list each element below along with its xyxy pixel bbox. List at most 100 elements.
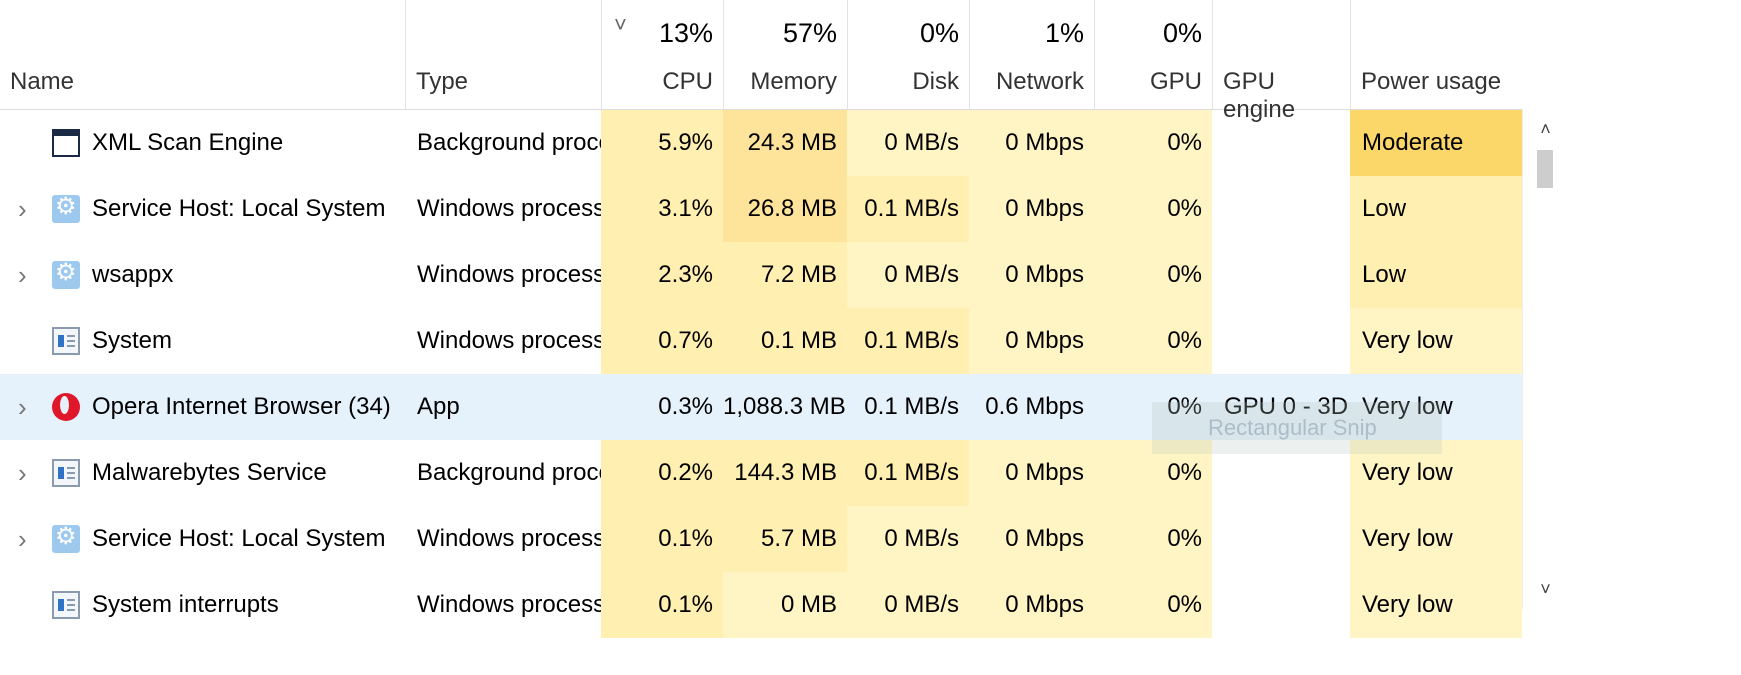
- expand-chevron-icon[interactable]: ›: [18, 374, 38, 440]
- process-gpu: 0%: [1094, 572, 1212, 638]
- memory-total-percent: 57%: [782, 18, 837, 48]
- process-name: wsappx: [92, 261, 174, 288]
- process-cpu: 0.1%: [601, 572, 723, 638]
- process-network: 0.6 Mbps: [985, 393, 1084, 420]
- process-type: Windows process: [417, 525, 601, 552]
- vertical-scrollbar[interactable]: ˄ ˅: [1522, 109, 1568, 609]
- process-row[interactable]: XML Scan Engine Background process 5.9% …: [0, 110, 1522, 176]
- gear-icon: [52, 192, 80, 223]
- process-gpu: 0%: [1094, 506, 1212, 572]
- network-total-percent: 1%: [1044, 18, 1084, 48]
- process-gpu-engine: [1212, 308, 1350, 374]
- process-disk: 0 MB/s: [847, 110, 969, 176]
- process-name-cell: › Malwarebytes Service: [0, 440, 405, 506]
- column-header-cpu[interactable]: ˅ 13% CPU: [601, 0, 723, 109]
- process-row[interactable]: › Service Host: Local System Windows pro…: [0, 506, 1522, 572]
- process-power-usage: Very low: [1350, 308, 1522, 374]
- process-name: System interrupts: [92, 591, 279, 618]
- disk-total-percent: 0%: [919, 18, 959, 48]
- process-memory: 0.1 MB: [723, 308, 847, 374]
- process-cpu: 3.1%: [601, 176, 723, 242]
- system-icon: [52, 591, 80, 619]
- expand-chevron-icon[interactable]: ›: [18, 242, 38, 308]
- process-cpu: 0.2%: [601, 440, 723, 506]
- process-network: 0 Mbps: [969, 308, 1094, 374]
- process-power-usage: Very low: [1350, 572, 1522, 638]
- scroll-down-icon[interactable]: ˅: [1523, 569, 1568, 609]
- expand-chevron-icon[interactable]: ›: [18, 440, 38, 506]
- process-gpu-engine: [1212, 176, 1350, 242]
- process-disk: 0 MB/s: [847, 506, 969, 572]
- gpu-total-percent: 0%: [1162, 18, 1202, 48]
- process-name-cell: XML Scan Engine: [0, 110, 405, 176]
- column-header-type-label: Type: [416, 68, 469, 95]
- column-header-gpu[interactable]: 0% GPU: [1094, 0, 1212, 109]
- column-header-network-label: Network: [995, 68, 1084, 95]
- process-disk: 0 MB/s: [847, 572, 969, 638]
- process-gpu-engine: [1212, 110, 1350, 176]
- column-header-memory[interactable]: 57% Memory: [723, 0, 847, 109]
- column-header-type[interactable]: Type: [405, 0, 601, 109]
- process-cpu: 0.3%: [658, 393, 713, 420]
- process-name-cell: System interrupts: [0, 572, 405, 638]
- expand-chevron-icon[interactable]: [18, 572, 38, 638]
- process-row[interactable]: System Windows process 0.7% 0.1 MB 0.1 M…: [0, 308, 1522, 374]
- scroll-up-icon[interactable]: ˄: [1523, 109, 1568, 149]
- process-disk: 0 MB/s: [847, 242, 969, 308]
- expand-chevron-icon[interactable]: [18, 308, 38, 374]
- system-icon: [52, 327, 80, 355]
- process-power-usage: Low: [1350, 242, 1522, 308]
- process-name-cell: System: [0, 308, 405, 374]
- process-type: Windows process: [417, 261, 601, 288]
- expand-chevron-icon[interactable]: ›: [18, 506, 38, 572]
- process-memory: 24.3 MB: [723, 110, 847, 176]
- process-power-usage: Low: [1350, 176, 1522, 242]
- column-header-power-usage-label: Power usage: [1361, 68, 1502, 95]
- process-name-cell: › wsappx: [0, 242, 405, 308]
- process-name: XML Scan Engine: [92, 129, 284, 156]
- process-type: Windows process: [417, 591, 601, 618]
- process-name-cell: › Service Host: Local System: [0, 506, 405, 572]
- process-power-usage: Moderate: [1350, 110, 1522, 176]
- expand-chevron-icon[interactable]: [18, 110, 38, 176]
- process-network: 0 Mbps: [969, 242, 1094, 308]
- gear-icon: [52, 258, 80, 289]
- process-network: 0 Mbps: [969, 506, 1094, 572]
- process-gpu-engine: [1212, 242, 1350, 308]
- expand-chevron-icon[interactable]: ›: [18, 176, 38, 242]
- process-gpu: 0%: [1094, 176, 1212, 242]
- process-power-usage: Very low: [1350, 506, 1522, 572]
- process-disk: 0.1 MB/s: [847, 308, 969, 374]
- column-header-network[interactable]: 1% Network: [969, 0, 1094, 109]
- process-row[interactable]: System interrupts Windows process 0.1% 0…: [0, 572, 1522, 638]
- gear-icon: [52, 522, 80, 553]
- opera-icon: [52, 393, 80, 421]
- process-network: 0 Mbps: [969, 572, 1094, 638]
- process-gpu: 0%: [1094, 308, 1212, 374]
- column-header-disk[interactable]: 0% Disk: [847, 0, 969, 109]
- column-header-gpu-engine[interactable]: GPU engine: [1212, 0, 1350, 123]
- process-row[interactable]: › Service Host: Local System Windows pro…: [0, 176, 1522, 242]
- process-cpu: 2.3%: [601, 242, 723, 308]
- column-header-memory-label: Memory: [750, 68, 837, 95]
- process-cpu: 5.9%: [601, 110, 723, 176]
- column-header-power-usage[interactable]: Power usage: [1350, 0, 1522, 109]
- column-header-cpu-label: CPU: [662, 68, 713, 95]
- process-row[interactable]: › wsappx Windows process 2.3% 7.2 MB 0 M…: [0, 242, 1522, 308]
- process-gpu-engine: [1212, 572, 1350, 638]
- column-header-name[interactable]: Name: [0, 0, 405, 109]
- process-memory: 0 MB: [723, 572, 847, 638]
- process-network: 0 Mbps: [969, 440, 1094, 506]
- process-memory: 144.3 MB: [723, 440, 847, 506]
- column-header-name-label: Name: [10, 68, 75, 95]
- app-window-icon: [52, 129, 80, 157]
- process-gpu: 0%: [1094, 110, 1212, 176]
- scroll-thumb[interactable]: [1537, 150, 1553, 188]
- process-name: Service Host: Local System: [92, 525, 386, 552]
- process-name: Service Host: Local System: [92, 195, 386, 222]
- column-header-disk-label: Disk: [912, 68, 959, 95]
- task-manager-processes: Name Type ˅ 13% CPU 57% Memory 0% Disk 1…: [0, 0, 1741, 675]
- process-name-cell: › Opera Internet Browser (34): [0, 374, 405, 440]
- process-list: XML Scan Engine Background process 5.9% …: [0, 110, 1522, 675]
- process-network: 0 Mbps: [969, 110, 1094, 176]
